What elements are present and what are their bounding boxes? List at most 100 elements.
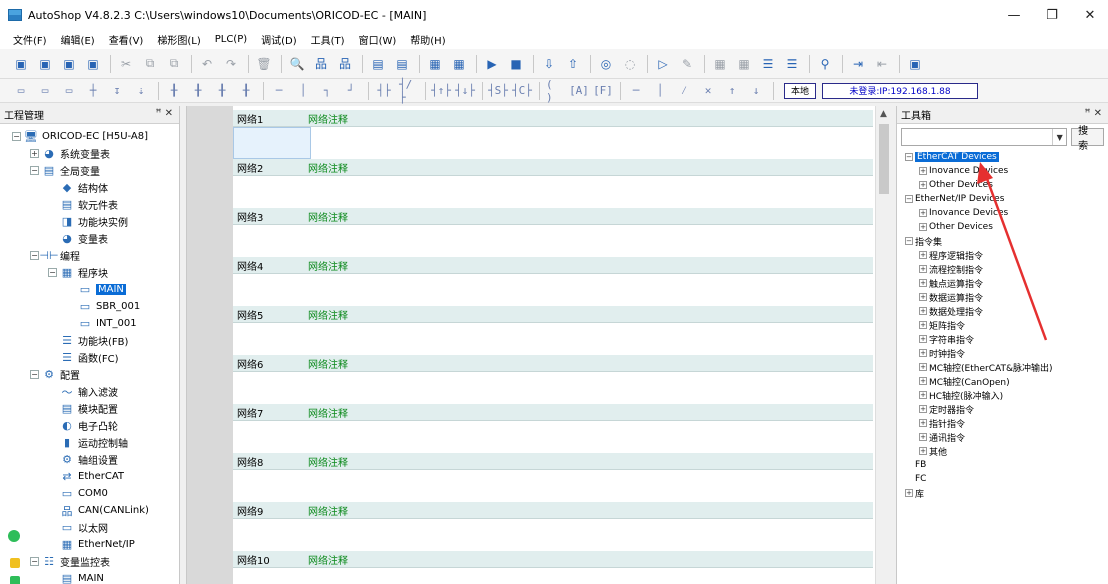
toolbox-node[interactable]: + 数据运算指令 [905, 290, 1108, 304]
tree-node[interactable]: ▮ 运动控制轴 [0, 434, 179, 451]
menu-item[interactable]: 查看(V) [102, 32, 151, 47]
new-icon[interactable]: ▣ [12, 55, 30, 73]
down-icon[interactable]: ↓ [747, 83, 765, 99]
collapse-icon[interactable]: − [905, 153, 913, 161]
menu-item[interactable]: 文件(F) [6, 32, 54, 47]
expand-icon[interactable] [905, 475, 913, 483]
tree-node[interactable]: ▦ EtherNet/IP [0, 536, 179, 553]
selected-cell[interactable] [233, 127, 311, 159]
tree-node[interactable]: ◕ 变量表 [0, 230, 179, 247]
redo-icon[interactable]: ↷ [222, 55, 240, 73]
toolbox-node[interactable]: + 定时器指令 [905, 402, 1108, 416]
edit-icon[interactable]: ✎ [678, 55, 696, 73]
tree-node[interactable]: ▤ MAIN [0, 570, 179, 584]
tree-node[interactable]: − ⚙ 配置 [0, 366, 179, 383]
expand-icon[interactable]: + [919, 447, 927, 455]
network-comment[interactable]: 网络注释 [308, 160, 348, 175]
toolbox-pin-close[interactable]: ꟸ ✕ [1085, 108, 1102, 119]
restore-button[interactable]: ❐ [1034, 0, 1070, 30]
scroll-thumb[interactable] [879, 124, 889, 194]
tree-node[interactable]: − ▦ 程序块 [0, 264, 179, 281]
collapse-icon[interactable]: − [30, 557, 39, 566]
paste-icon[interactable]: ⧉ [165, 55, 183, 73]
window2-icon[interactable]: ▤ [393, 55, 411, 73]
expand-icon[interactable]: + [919, 279, 927, 287]
toolbox-node[interactable]: + 数据处理指令 [905, 304, 1108, 318]
falling-edge-icon[interactable]: ┤↓├ [455, 83, 475, 99]
coil-icon[interactable]: ( ) [546, 78, 564, 104]
compile-all-icon[interactable]: ▦ [450, 55, 468, 73]
network-comment[interactable]: 网络注释 [308, 356, 348, 371]
delete-icon[interactable]: 🗑 [255, 55, 273, 73]
tree-node[interactable]: − ⊣⊢ 编程 [0, 247, 179, 264]
monitor-icon[interactable]: ◎ [597, 55, 615, 73]
toolbox-node[interactable]: + 时钟指令 [905, 346, 1108, 360]
tree-node[interactable]: ⇄ EtherCAT [0, 468, 179, 485]
expand-icon[interactable]: + [919, 377, 927, 385]
toolbox-node[interactable]: + 通讯指令 [905, 430, 1108, 444]
toolbox-node[interactable]: + MC轴控(EtherCAT&脉冲输出) [905, 360, 1108, 374]
delete-vline-icon[interactable]: ✕ [699, 83, 717, 99]
find-icon[interactable]: 🔍 [288, 55, 306, 73]
split2-icon[interactable]: ☰ [783, 55, 801, 73]
ladder-network[interactable]: 网络6 网络注释 [233, 355, 873, 404]
scroll-up-icon[interactable]: ▲ [876, 106, 891, 122]
tree-node[interactable]: ▭ SBR_001 [0, 298, 179, 315]
expand-icon[interactable]: + [919, 293, 927, 301]
network-icon[interactable]: 品 [312, 55, 330, 73]
collapse-icon[interactable]: − [48, 268, 57, 277]
toolbox-node[interactable]: + Other Devices [905, 220, 1108, 234]
ladder-network[interactable]: 网络8 网络注释 [233, 453, 873, 502]
toolbox-node[interactable]: + 触点运算指令 [905, 276, 1108, 290]
toolbox-node[interactable]: + 其他 [905, 444, 1108, 458]
ladder-s-icon[interactable]: ▭ [36, 83, 54, 99]
collapse-icon[interactable]: − [905, 237, 913, 245]
tree-node[interactable]: ▭ COM0 [0, 485, 179, 502]
expand-icon[interactable]: + [919, 405, 927, 413]
tree-node[interactable]: ◆ 结构体 [0, 179, 179, 196]
expand-icon[interactable]: + [919, 391, 927, 399]
network-comment[interactable]: 网络注释 [308, 258, 348, 273]
tree-node[interactable]: − 🖥 ORICOD-EC [H5U-A8] [0, 128, 179, 145]
ladder-network[interactable]: 网络7 网络注释 [233, 404, 873, 453]
expand-icon[interactable]: + [919, 307, 927, 315]
monitor-off-icon[interactable]: ◌ [621, 55, 639, 73]
toolbox-search-input[interactable]: ▼ [901, 128, 1068, 146]
hline-icon[interactable]: ─ [270, 83, 288, 99]
insert-row-icon[interactable]: ┼ [84, 83, 102, 99]
toolbox-node[interactable]: − EtherNet/IP Devices [905, 192, 1108, 206]
toolbox-node[interactable]: − 指令集 [905, 234, 1108, 248]
corner2-icon[interactable]: ┘ [342, 83, 360, 99]
expand-icon[interactable]: + [919, 335, 927, 343]
undo-icon[interactable]: ↶ [198, 55, 216, 73]
collapse-icon[interactable]: − [12, 132, 21, 141]
logout-icon[interactable]: ⇤ [873, 55, 891, 73]
up-icon[interactable]: ↑ [723, 83, 741, 99]
branch4-icon[interactable]: ╂ [237, 83, 255, 99]
network-comment[interactable]: 网络注释 [308, 209, 348, 224]
toolbox-node[interactable]: + MC轴控(CanOpen) [905, 374, 1108, 388]
collapse-icon[interactable]: − [30, 251, 39, 260]
menu-item[interactable]: 编辑(E) [54, 32, 102, 47]
toolbox-node[interactable]: + HC轴控(脉冲输入) [905, 388, 1108, 402]
insert-down2-icon[interactable]: ⇣ [132, 83, 150, 99]
editor-scrollbar[interactable]: ▲ [875, 106, 891, 584]
tree-node[interactable]: ☰ 函数(FC) [0, 349, 179, 366]
toolbox-node[interactable]: FC [905, 472, 1108, 486]
tree-node[interactable]: ◐ 电子凸轮 [0, 417, 179, 434]
collapse-icon[interactable]: − [30, 166, 39, 175]
menu-item[interactable]: 调试(D) [254, 32, 304, 47]
tree-node[interactable]: − ☷ 变量监控表 [0, 553, 179, 570]
expand-icon[interactable]: + [919, 223, 927, 231]
save-icon[interactable]: ▣ [60, 55, 78, 73]
open-icon[interactable]: ▣ [36, 55, 54, 73]
ladder-network[interactable]: 网络9 网络注释 [233, 502, 873, 551]
local-button[interactable]: 本地 [784, 82, 817, 99]
expand-icon[interactable]: + [919, 321, 927, 329]
delete-hline-icon[interactable]: ⁄ [675, 83, 693, 99]
menu-item[interactable]: 窗口(W) [352, 32, 404, 47]
network-comment[interactable]: 网络注释 [308, 503, 348, 518]
toolbox-node[interactable]: + 库 [905, 486, 1108, 500]
menu-item[interactable]: PLC(P) [208, 34, 254, 45]
network-comment[interactable]: 网络注释 [308, 111, 348, 126]
